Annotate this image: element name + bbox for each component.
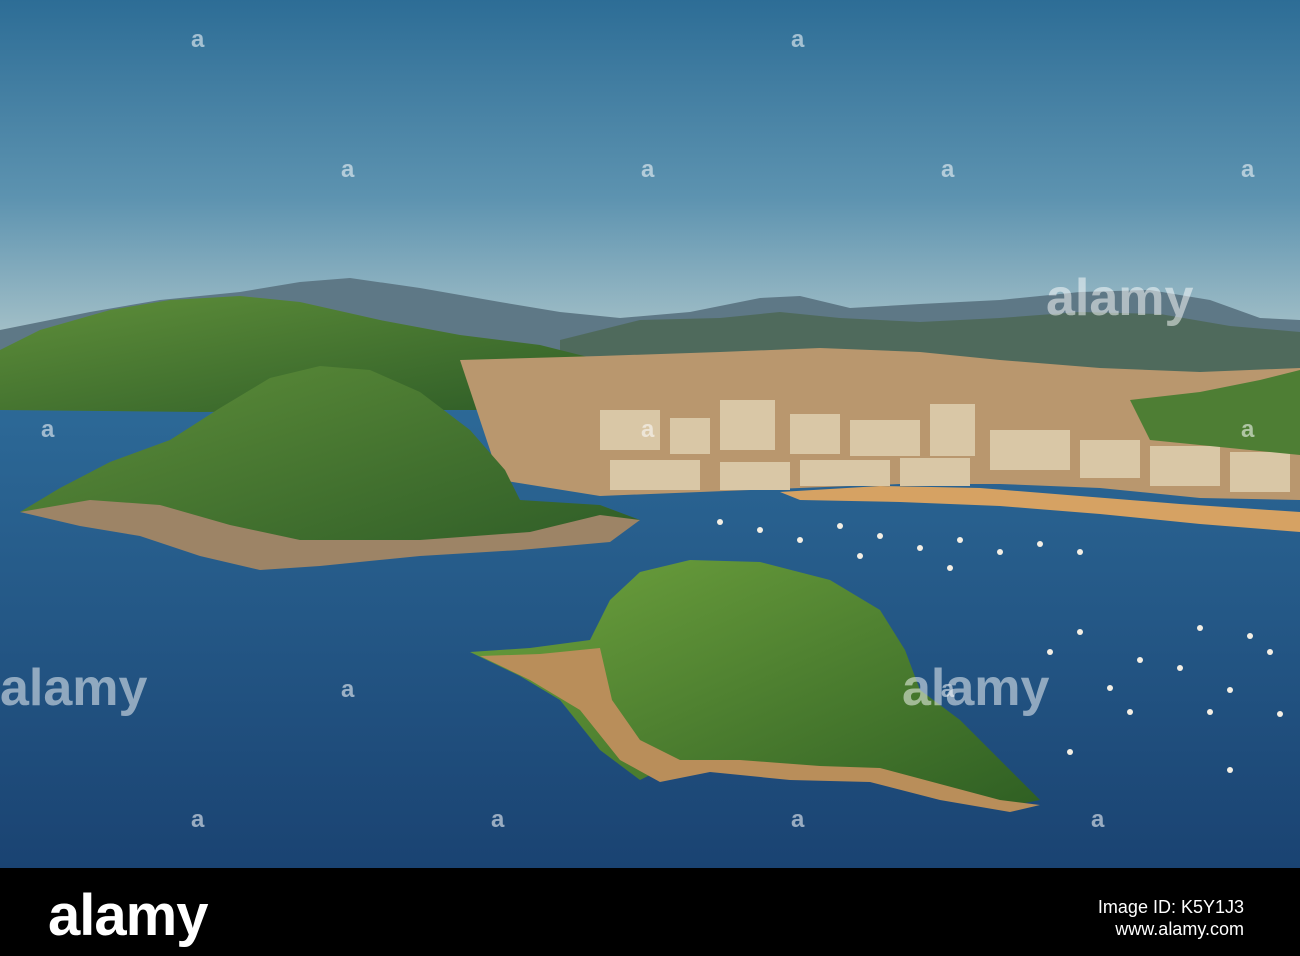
watermark-word: alamy [1046, 269, 1194, 327]
svg-text:a: a [191, 28, 205, 50]
watermark-word: alamy [902, 659, 1050, 717]
svg-text:a: a [941, 158, 955, 180]
watermark-a-icon: a [791, 808, 805, 830]
watermark-a-icon: a [341, 678, 355, 700]
svg-text:a: a [341, 158, 355, 180]
watermark-a-icon: a [191, 28, 205, 50]
image-id: Image ID: K5Y1J3 [1097, 897, 1244, 917]
watermark-a-icon: a [791, 28, 805, 50]
watermark-a-icon: a [41, 418, 55, 440]
svg-text:a: a [791, 28, 805, 50]
watermark-a-icon: a [641, 418, 655, 440]
svg-text:a: a [341, 678, 355, 700]
site-url: www.alamy.com [1115, 919, 1244, 939]
stock-info: Image ID: K5Y1J3 www.alamy.com [1098, 896, 1244, 940]
svg-text:a: a [1241, 158, 1255, 180]
svg-text:a: a [641, 158, 655, 180]
svg-text:a: a [491, 808, 505, 830]
stock-photo: a a a a a a a a a a a a a a a alamy alam… [0, 0, 1300, 956]
svg-text:a: a [191, 808, 205, 830]
watermark-a-icon: a [1091, 808, 1105, 830]
svg-text:a: a [1241, 418, 1255, 440]
watermark-a-icon: a [341, 158, 355, 180]
watermark-a-icon: a [941, 158, 955, 180]
svg-text:a: a [791, 808, 805, 830]
watermark-a-icon: a [191, 808, 205, 830]
svg-text:a: a [41, 418, 55, 440]
watermark-a-icon: a [491, 808, 505, 830]
watermark-a-icon: a [641, 158, 655, 180]
watermark-word: alamy [0, 659, 148, 717]
watermark-a-icon: a [1241, 418, 1255, 440]
svg-text:a: a [641, 418, 655, 440]
svg-text:a: a [1091, 808, 1105, 830]
watermark-a-icon: a [1241, 158, 1255, 180]
brand-logo: alamy [48, 883, 208, 948]
